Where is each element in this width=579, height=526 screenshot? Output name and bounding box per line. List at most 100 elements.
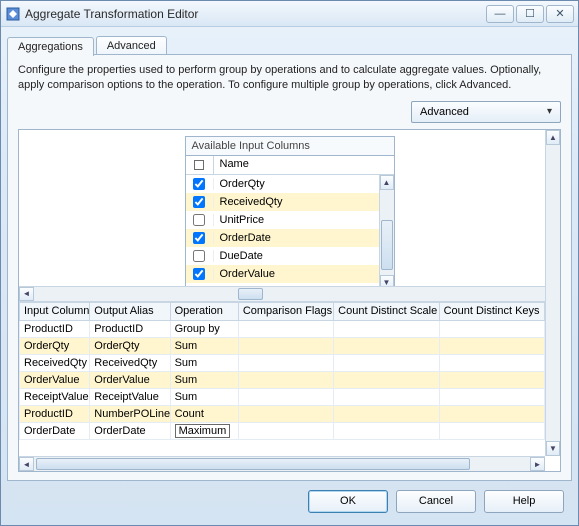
advanced-toggle-button[interactable]: Advanced ▾ xyxy=(411,101,561,123)
available-column-row[interactable]: OrderQty xyxy=(186,175,394,193)
grid-vertical-scrollbar[interactable]: ▲ ▼ xyxy=(545,130,560,456)
scroll-up-icon[interactable]: ▲ xyxy=(546,130,560,145)
mapping-row[interactable]: ReceiptValueReceiptValueSum xyxy=(20,388,545,405)
mapping-cell[interactable]: ReceiptValue xyxy=(20,388,90,405)
mapping-header-cell[interactable]: Comparison Flags xyxy=(238,302,333,320)
mapping-cell[interactable] xyxy=(439,320,544,337)
mapping-cell[interactable]: OrderValue xyxy=(90,371,170,388)
column-checkbox[interactable] xyxy=(193,214,205,226)
mapping-cell[interactable]: Sum xyxy=(170,354,238,371)
mapping-cell[interactable] xyxy=(238,337,333,354)
mapping-cell[interactable] xyxy=(238,422,333,439)
grid-horizontal-scrollbar[interactable]: ◄ ► xyxy=(19,456,545,471)
mapping-cell[interactable]: Sum xyxy=(170,388,238,405)
mapping-cell[interactable]: ReceivedQty xyxy=(90,354,170,371)
mapping-cell[interactable] xyxy=(439,422,544,439)
mapping-cell[interactable] xyxy=(334,354,439,371)
mapping-cell[interactable] xyxy=(439,354,544,371)
mapping-cell[interactable] xyxy=(238,354,333,371)
mapping-cell[interactable]: ReceivedQty xyxy=(20,354,90,371)
column-checkbox-cell[interactable] xyxy=(186,196,214,208)
available-column-row[interactable]: UnitPrice xyxy=(186,211,394,229)
mapping-cell[interactable]: ProductID xyxy=(20,320,90,337)
available-horizontal-scrollbar[interactable]: ◄ ► xyxy=(19,286,560,301)
scroll-up-icon[interactable]: ▲ xyxy=(380,175,394,190)
mapping-row[interactable]: ProductIDNumberPOLinesCount xyxy=(20,405,545,422)
mapping-cell[interactable] xyxy=(238,388,333,405)
column-checkbox[interactable] xyxy=(193,250,205,262)
mapping-cell[interactable] xyxy=(334,337,439,354)
mapping-cell[interactable] xyxy=(334,371,439,388)
mapping-row[interactable]: OrderValueOrderValueSum xyxy=(20,371,545,388)
mapping-cell[interactable]: OrderValue xyxy=(20,371,90,388)
scroll-track[interactable] xyxy=(380,190,394,275)
ok-button[interactable]: OK xyxy=(308,490,388,513)
column-checkbox[interactable] xyxy=(193,232,205,244)
cancel-button[interactable]: Cancel xyxy=(396,490,476,513)
mapping-cell[interactable]: OrderDate xyxy=(90,422,170,439)
scroll-thumb[interactable] xyxy=(238,288,263,300)
available-column-row[interactable]: ReceivedQty xyxy=(186,193,394,211)
scroll-thumb[interactable] xyxy=(36,458,470,470)
mapping-cell[interactable]: Count xyxy=(170,405,238,422)
tab-aggregations[interactable]: Aggregations xyxy=(7,37,94,56)
column-checkbox-cell[interactable] xyxy=(186,250,214,262)
mapping-cell[interactable]: Sum xyxy=(170,371,238,388)
available-columns-list[interactable]: OrderQtyReceivedQtyUnitPriceOrderDateDue… xyxy=(186,175,394,290)
close-button[interactable]: ✕ xyxy=(546,5,574,23)
mapping-cell[interactable] xyxy=(334,388,439,405)
mapping-row[interactable]: OrderQtyOrderQtySum xyxy=(20,337,545,354)
scroll-right-icon[interactable]: ► xyxy=(530,457,545,471)
mapping-header-cell[interactable]: Output Alias xyxy=(90,302,170,320)
column-checkbox-cell[interactable] xyxy=(186,232,214,244)
mapping-header-cell[interactable]: Input Column xyxy=(20,302,90,320)
mapping-header-cell[interactable]: Count Distinct Scale xyxy=(334,302,439,320)
mapping-row[interactable]: OrderDateOrderDate Maximum xyxy=(20,422,545,439)
mapping-cell[interactable]: OrderQty xyxy=(20,337,90,354)
mapping-header-cell[interactable]: Count Distinct Keys xyxy=(439,302,544,320)
mapping-row[interactable]: ProductIDProductIDGroup by xyxy=(20,320,545,337)
mapping-cell[interactable] xyxy=(439,371,544,388)
mapping-header-cell[interactable]: Operation xyxy=(170,302,238,320)
mapping-table[interactable]: Input ColumnOutput AliasOperationCompari… xyxy=(19,302,545,440)
mapping-cell[interactable]: ProductID xyxy=(20,405,90,422)
mapping-cell[interactable]: OrderQty xyxy=(90,337,170,354)
mapping-cell[interactable]: Group by xyxy=(170,320,238,337)
mapping-cell[interactable]: ReceiptValue xyxy=(90,388,170,405)
minimize-button[interactable]: — xyxy=(486,5,514,23)
available-column-row[interactable]: OrderValue xyxy=(186,265,394,283)
available-column-row[interactable]: DueDate xyxy=(186,247,394,265)
mapping-cell[interactable] xyxy=(439,405,544,422)
scroll-thumb[interactable] xyxy=(381,220,393,270)
mapping-cell[interactable]: Maximum xyxy=(170,422,238,439)
column-checkbox[interactable] xyxy=(193,196,205,208)
mapping-cell[interactable] xyxy=(238,405,333,422)
column-checkbox[interactable] xyxy=(193,268,205,280)
scroll-left-icon[interactable]: ◄ xyxy=(19,457,34,471)
available-vertical-scrollbar[interactable]: ▲ ▼ xyxy=(379,175,394,290)
mapping-cell[interactable]: NumberPOLines xyxy=(90,405,170,422)
maximize-button[interactable]: ☐ xyxy=(516,5,544,23)
mapping-cell[interactable]: ProductID xyxy=(90,320,170,337)
available-column-row[interactable]: OrderDate xyxy=(186,229,394,247)
mapping-cell[interactable] xyxy=(334,422,439,439)
help-button[interactable]: Help xyxy=(484,490,564,513)
scroll-track[interactable] xyxy=(34,287,545,301)
scroll-down-icon[interactable]: ▼ xyxy=(546,441,560,456)
column-checkbox-cell[interactable] xyxy=(186,178,214,190)
scroll-track[interactable] xyxy=(546,145,560,441)
tab-advanced[interactable]: Advanced xyxy=(96,36,167,55)
column-checkbox[interactable] xyxy=(193,178,205,190)
cell-editor[interactable]: Maximum xyxy=(175,424,231,438)
mapping-cell[interactable] xyxy=(439,337,544,354)
mapping-row[interactable]: ReceivedQtyReceivedQtySum xyxy=(20,354,545,371)
scroll-left-icon[interactable]: ◄ xyxy=(19,287,34,301)
mapping-cell[interactable]: Sum xyxy=(170,337,238,354)
mapping-cell[interactable]: OrderDate xyxy=(20,422,90,439)
mapping-cell[interactable] xyxy=(238,371,333,388)
mapping-cell[interactable] xyxy=(334,405,439,422)
scroll-track[interactable] xyxy=(34,457,530,471)
mapping-cell[interactable] xyxy=(238,320,333,337)
column-checkbox-cell[interactable] xyxy=(186,268,214,280)
mapping-cell[interactable] xyxy=(439,388,544,405)
